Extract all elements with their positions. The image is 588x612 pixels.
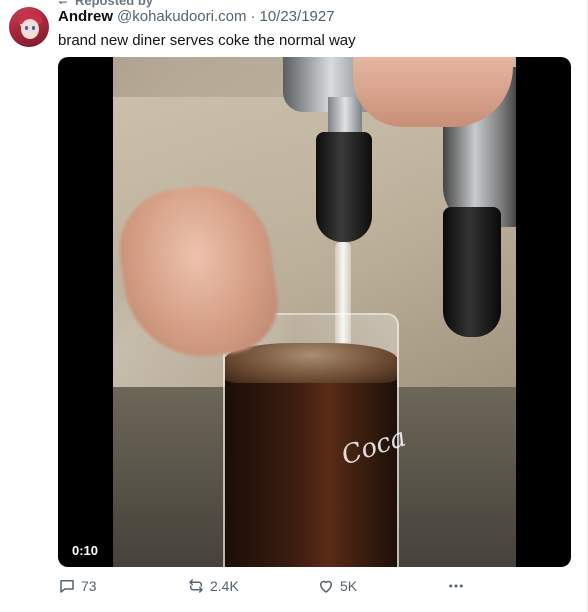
post-text: brand new diner serves coke the normal w… <box>58 32 356 49</box>
post-date[interactable]: 10/23/1927 <box>259 8 334 25</box>
repost-indicator: Reposted by <box>56 0 153 8</box>
repost-label: Reposted by <box>75 0 154 8</box>
video-frame: Coca <box>113 57 516 567</box>
reply-button[interactable]: 73 <box>58 577 97 595</box>
post[interactable]: Reposted by Andrew @kohakudoori.com · 10… <box>0 0 588 612</box>
video-duration: 0:10 <box>66 540 105 561</box>
video-player[interactable]: Coca 0:10 <box>58 57 571 567</box>
more-button[interactable] <box>447 577 465 595</box>
post-header: Andrew @kohakudoori.com · 10/23/1927 <box>58 8 335 25</box>
repost-button[interactable]: 2.4K <box>187 577 239 595</box>
repost-count: 2.4K <box>210 578 239 594</box>
ellipsis-icon <box>449 584 463 588</box>
reply-count: 73 <box>81 578 97 594</box>
repost-icon <box>189 579 203 593</box>
avatar[interactable] <box>9 7 49 47</box>
repost-icon <box>58 1 67 5</box>
author-handle[interactable]: @kohakudoori.com <box>117 8 246 25</box>
like-button[interactable]: 5K <box>317 577 357 595</box>
action-bar: 73 2.4K 5K <box>58 577 571 601</box>
separator-dot: · <box>250 8 256 25</box>
reply-icon <box>60 580 74 593</box>
heart-icon <box>320 580 332 593</box>
like-count: 5K <box>340 578 358 594</box>
author-name[interactable]: Andrew <box>58 8 113 25</box>
